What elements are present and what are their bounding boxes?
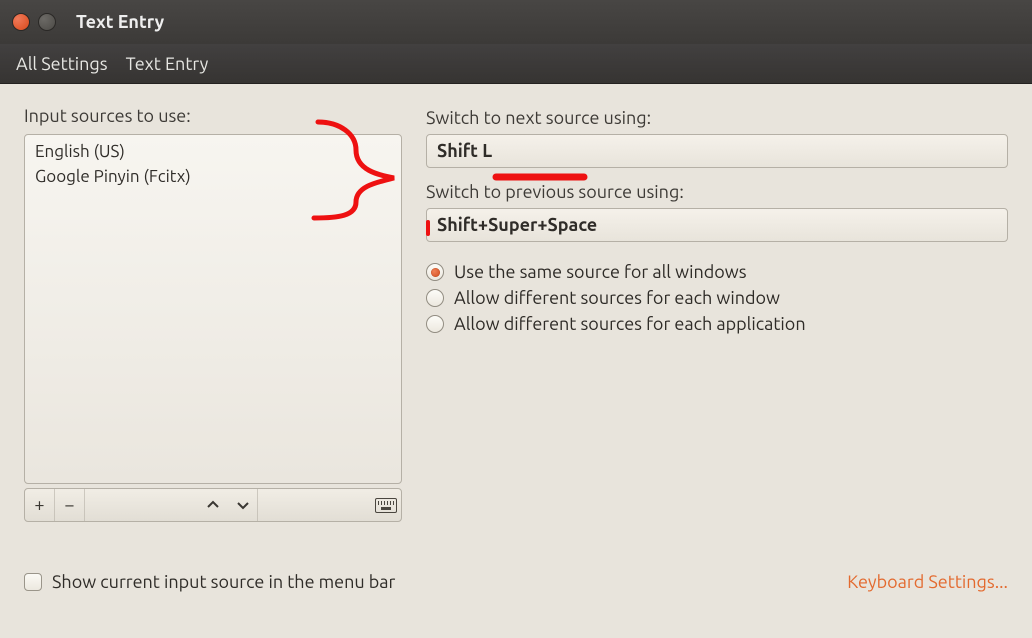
switch-next-input[interactable]: Shift L bbox=[426, 134, 1008, 168]
list-item[interactable]: English (US) bbox=[31, 139, 395, 164]
input-sources-label: Input sources to use: bbox=[24, 106, 402, 126]
breadcrumb-all-settings[interactable]: All Settings bbox=[16, 54, 108, 74]
close-icon[interactable] bbox=[12, 13, 30, 31]
switch-prev-value: Shift+Super+Space bbox=[437, 215, 597, 235]
minimize-icon[interactable] bbox=[38, 13, 56, 31]
radio-icon bbox=[426, 315, 444, 333]
keyboard-icon bbox=[375, 498, 397, 513]
keyboard-settings-link[interactable]: Keyboard Settings... bbox=[847, 572, 1008, 592]
keyboard-layout-button[interactable] bbox=[371, 489, 401, 521]
radio-icon bbox=[426, 289, 444, 307]
checkbox-label: Show current input source in the menu ba… bbox=[52, 572, 395, 592]
toolbar-spacer bbox=[85, 489, 198, 521]
input-sources-toolbar: + − bbox=[24, 488, 402, 522]
radio-label: Allow different sources for each applica… bbox=[454, 314, 806, 334]
move-down-button[interactable] bbox=[228, 489, 258, 521]
source-scope-radiogroup: Use the same source for all windows Allo… bbox=[426, 262, 1008, 334]
move-up-button[interactable] bbox=[198, 489, 228, 521]
breadcrumb-current: Text Entry bbox=[126, 54, 209, 74]
radio-each-application[interactable]: Allow different sources for each applica… bbox=[426, 314, 1008, 334]
toolbar-spacer bbox=[258, 489, 371, 521]
bottom-row: Show current input source in the menu ba… bbox=[24, 572, 1008, 592]
checkbox-icon bbox=[24, 573, 42, 591]
show-in-menubar-checkbox[interactable]: Show current input source in the menu ba… bbox=[24, 572, 395, 592]
content: Input sources to use: English (US) Googl… bbox=[0, 84, 1032, 534]
switch-next-label: Switch to next source using: bbox=[426, 108, 1008, 128]
radio-each-window[interactable]: Allow different sources for each window bbox=[426, 288, 1008, 308]
left-column: Input sources to use: English (US) Googl… bbox=[24, 106, 402, 522]
radio-icon bbox=[426, 263, 444, 281]
switch-prev-input[interactable]: Shift+Super+Space bbox=[426, 208, 1008, 242]
breadcrumb: All Settings Text Entry bbox=[0, 44, 1032, 84]
add-button[interactable]: + bbox=[25, 489, 55, 521]
right-column: Switch to next source using: Shift L Swi… bbox=[426, 106, 1008, 522]
radio-label: Use the same source for all windows bbox=[454, 262, 747, 282]
remove-button[interactable]: − bbox=[55, 489, 85, 521]
radio-same-source[interactable]: Use the same source for all windows bbox=[426, 262, 1008, 282]
radio-label: Allow different sources for each window bbox=[454, 288, 780, 308]
titlebar: Text Entry bbox=[0, 0, 1032, 44]
switch-next-value: Shift L bbox=[437, 141, 492, 161]
switch-prev-label: Switch to previous source using: bbox=[426, 182, 1008, 202]
list-item[interactable]: Google Pinyin (Fcitx) bbox=[31, 164, 395, 189]
input-sources-list[interactable]: English (US) Google Pinyin (Fcitx) bbox=[24, 134, 402, 484]
window-title: Text Entry bbox=[76, 12, 164, 32]
